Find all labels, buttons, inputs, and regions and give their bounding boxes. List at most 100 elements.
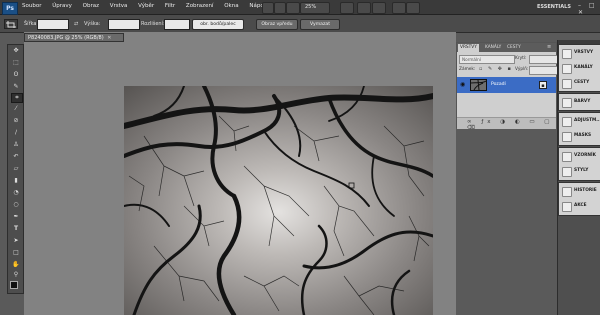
workspace-switcher[interactable]: ESSENTIALS bbox=[537, 4, 571, 10]
actions-icon bbox=[562, 202, 572, 212]
blur-tool-icon[interactable]: ◔ bbox=[11, 189, 21, 197]
main-menu: Soubor Úpravy Obraz Vrstva Výběr Filtr Z… bbox=[22, 3, 286, 9]
layers-panel: VRSTVY KANÁLY CESTY ≡ Normální Krytí: Zá… bbox=[456, 42, 558, 131]
dock-group-color: BARVY bbox=[558, 93, 600, 111]
menu-edit[interactable]: Úpravy bbox=[52, 3, 72, 9]
view-extras-button[interactable] bbox=[340, 2, 354, 14]
crop-tool-icon[interactable]: ⌗ bbox=[11, 93, 23, 103]
layout-options-button[interactable] bbox=[406, 2, 420, 14]
adjustments-icon bbox=[562, 117, 572, 127]
gradient-tool-icon[interactable]: ▮ bbox=[11, 177, 21, 185]
dock-group-history: HISTORIE AKCE bbox=[558, 182, 600, 216]
layers-empty-area bbox=[457, 93, 556, 117]
marquee-tool-icon[interactable]: ⬚ bbox=[11, 59, 21, 67]
dock-item-layers[interactable]: VRSTVY bbox=[561, 46, 600, 60]
menu-view[interactable]: Zobrazení bbox=[186, 3, 214, 9]
visibility-eye-icon[interactable]: ◉ bbox=[460, 81, 465, 88]
layers-panel-tabs: VRSTVY KANÁLY CESTY ≡ bbox=[457, 43, 556, 52]
zoom-level-select[interactable]: 25% bbox=[300, 2, 330, 14]
layer-name[interactable]: Pozadí bbox=[491, 82, 506, 87]
lasso-tool-icon[interactable]: ʘ bbox=[11, 71, 21, 79]
blend-mode-select[interactable]: Normální bbox=[459, 55, 515, 64]
arrange-documents-button[interactable] bbox=[357, 2, 371, 14]
dock-item-swatches[interactable]: VZORNÍK bbox=[561, 149, 600, 163]
clear-button[interactable]: Vymazat bbox=[300, 19, 340, 30]
dock-item-paths[interactable]: CESTY bbox=[561, 76, 600, 90]
menu-filter[interactable]: Filtr bbox=[165, 3, 175, 9]
dock-item-masks[interactable]: MASKS bbox=[561, 129, 600, 143]
eraser-tool-icon[interactable]: ▱ bbox=[11, 165, 21, 173]
panel-dock: VRSTVY KANÁLY CESTY BARVY ADJUSTM... MAS… bbox=[557, 40, 600, 315]
tools-panel: ✥ ⬚ ʘ ✎ ⌗ ⁄ ⊘ ∕ ♙ ↶ ▱ ▮ ◔ ○ ✒ T ➤ □ ✋ ⚲ bbox=[7, 44, 24, 294]
swap-icon[interactable]: ⇄ bbox=[74, 21, 78, 27]
type-tool-icon[interactable]: T bbox=[11, 225, 21, 233]
menu-layer[interactable]: Vrstva bbox=[110, 3, 128, 9]
channels-icon bbox=[562, 64, 572, 74]
path-select-icon[interactable]: ➤ bbox=[11, 237, 21, 245]
photoshop-logo: Ps bbox=[2, 2, 18, 15]
dodge-tool-icon[interactable]: ○ bbox=[11, 201, 21, 209]
dock-group-layers: VRSTVY KANÁLY CESTY bbox=[558, 44, 600, 92]
clone-stamp-icon[interactable]: ♙ bbox=[11, 141, 21, 149]
layers-panel-footer: ∞ ƒx ◑ ◐ ▭ ▢ ⌫ bbox=[457, 117, 556, 131]
quick-select-tool-icon[interactable]: ✎ bbox=[11, 83, 21, 91]
menu-bar: Ps Soubor Úpravy Obraz Vrstva Výběr Filt… bbox=[0, 0, 600, 16]
crop-icon bbox=[6, 21, 16, 28]
pen-tool-icon[interactable]: ✒ bbox=[11, 213, 21, 221]
opacity-label: Krytí: bbox=[515, 56, 527, 61]
healing-brush-icon[interactable]: ⊘ bbox=[11, 117, 21, 125]
tab-paths[interactable]: CESTY bbox=[505, 44, 523, 52]
launch-bridge-button[interactable] bbox=[262, 2, 274, 14]
panel-menu-icon[interactable]: ≡ bbox=[547, 44, 551, 50]
fill-input[interactable] bbox=[529, 66, 558, 75]
layout-grid-button[interactable] bbox=[392, 2, 406, 14]
dock-item-channels[interactable]: KANÁLY bbox=[561, 61, 600, 75]
menu-select[interactable]: Výběr bbox=[138, 3, 154, 9]
layer-thumbnail bbox=[470, 79, 487, 91]
window-controls[interactable]: – □ ✕ bbox=[578, 2, 600, 16]
width-input[interactable] bbox=[37, 19, 69, 30]
resolution-input[interactable] bbox=[164, 19, 190, 30]
lock-label: Zámek: bbox=[459, 67, 476, 72]
menu-image[interactable]: Obraz bbox=[83, 3, 99, 9]
dock-item-color[interactable]: BARVY bbox=[561, 95, 600, 109]
history-icon bbox=[562, 187, 572, 197]
layer-action-icons[interactable]: ∞ ƒx ◑ ◐ ▭ ▢ ⌫ bbox=[467, 119, 556, 131]
document-tab[interactable]: P8240083.JPG @ 25% (RGB/8) ✕ bbox=[24, 33, 124, 42]
shape-tool-icon[interactable]: □ bbox=[11, 249, 21, 257]
zoom-tool-icon[interactable]: ⚲ bbox=[11, 271, 21, 279]
close-tab-icon[interactable]: ✕ bbox=[107, 35, 111, 41]
dock-item-actions[interactable]: AKCE bbox=[561, 199, 600, 213]
menu-file[interactable]: Soubor bbox=[22, 3, 41, 9]
foreground-color-swatch[interactable] bbox=[10, 281, 18, 289]
history-brush-icon[interactable]: ↶ bbox=[11, 153, 21, 161]
opacity-input[interactable] bbox=[529, 55, 558, 64]
document-title: P8240083.JPG @ 25% (RGB/8) bbox=[28, 35, 104, 41]
hand-tool-icon[interactable]: ✋ bbox=[11, 261, 21, 269]
menu-window[interactable]: Okna bbox=[224, 3, 238, 9]
color-icon bbox=[562, 98, 572, 108]
tool-preset-picker[interactable] bbox=[4, 19, 18, 29]
brush-tool-icon[interactable]: ∕ bbox=[11, 129, 21, 137]
dock-item-history[interactable]: HISTORIE bbox=[561, 184, 600, 198]
dock-group-adjustments: ADJUSTM... MASKS bbox=[558, 112, 600, 146]
tab-channels[interactable]: KANÁLY bbox=[483, 44, 503, 52]
layer-row-background[interactable]: ◉ Pozadí ▪ bbox=[457, 77, 556, 93]
paths-icon bbox=[562, 79, 572, 89]
eyedropper-tool-icon[interactable]: ⁄ bbox=[11, 105, 21, 113]
dock-item-styles[interactable]: STYLY bbox=[561, 164, 600, 178]
image-canvas[interactable] bbox=[124, 86, 433, 315]
launch-minibridge-button[interactable] bbox=[274, 2, 286, 14]
tab-layers[interactable]: VRSTVY bbox=[458, 44, 479, 52]
front-image-button[interactable]: Obraz vpředu bbox=[256, 19, 298, 30]
screen-mode-button[interactable] bbox=[372, 2, 386, 14]
hand-tool-button[interactable] bbox=[286, 2, 300, 14]
fill-label: Výplň: bbox=[515, 67, 529, 72]
height-label: Výška: bbox=[84, 21, 101, 27]
dock-item-adjustments[interactable]: ADJUSTM... bbox=[561, 114, 600, 128]
lock-icons[interactable]: ▫ ✎ ✥ ▪ bbox=[479, 66, 513, 72]
resolution-unit-select[interactable]: obr. bodů/palec bbox=[192, 19, 244, 30]
move-tool-icon[interactable]: ✥ bbox=[11, 47, 21, 55]
height-input[interactable] bbox=[108, 19, 140, 30]
layers-icon bbox=[562, 49, 572, 59]
